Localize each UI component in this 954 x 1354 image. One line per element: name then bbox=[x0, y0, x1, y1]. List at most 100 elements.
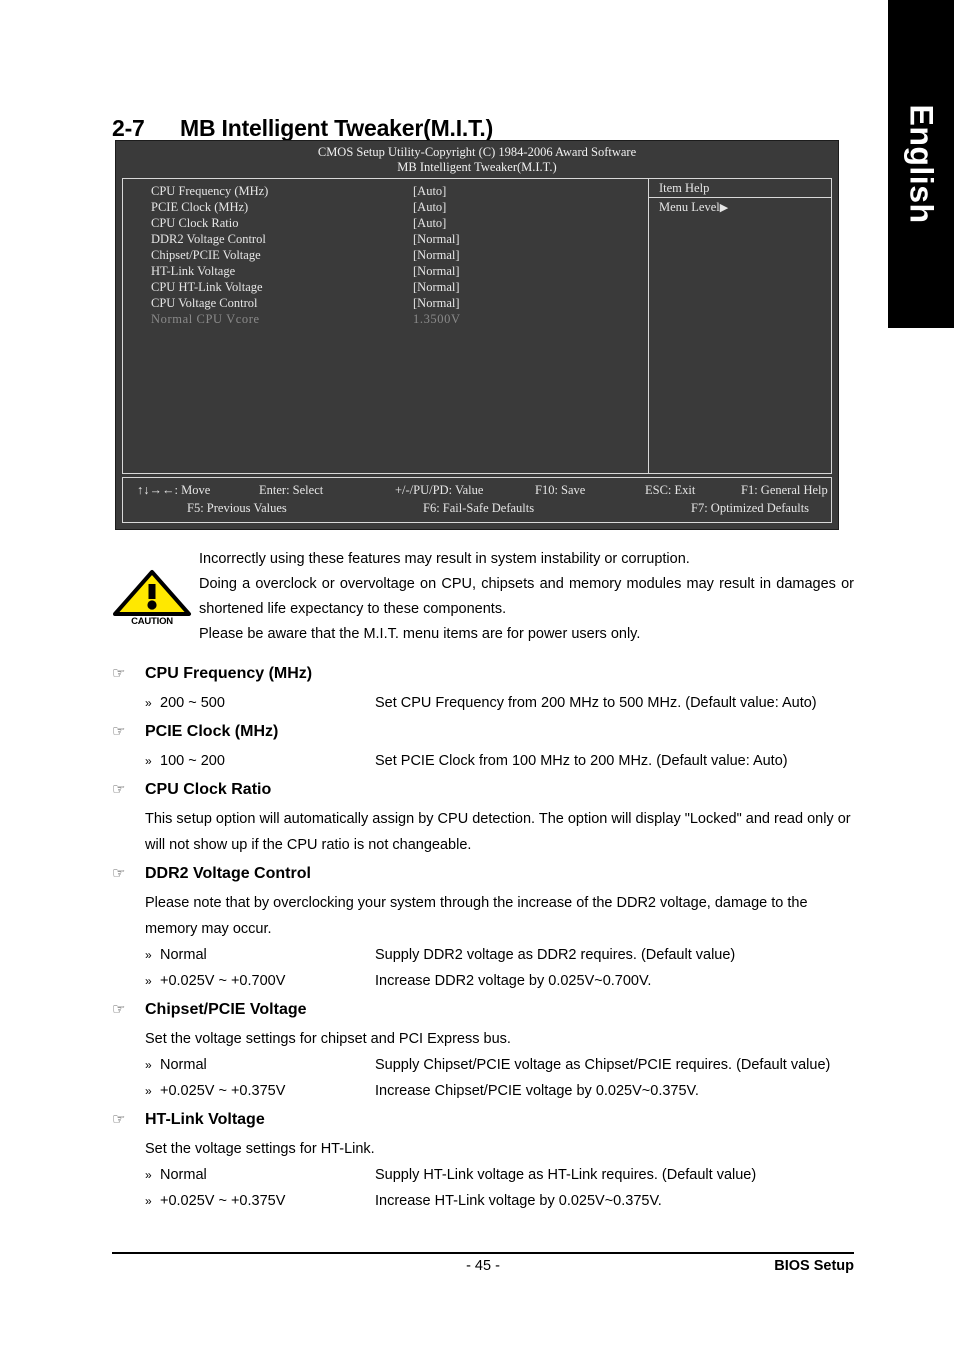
chevron-right-icon: ▶ bbox=[719, 202, 729, 214]
option-paragraph: Set the voltage settings for chipset and… bbox=[145, 1031, 511, 1047]
section-number: 2-7 bbox=[112, 115, 145, 142]
function-keys-row-2: F5: Previous Values F6: Fail-Safe Defaul… bbox=[123, 499, 831, 517]
double-arrow-icon: » bbox=[145, 1168, 152, 1182]
bios-title-line-1: CMOS Setup Utility-Copyright (C) 1984-20… bbox=[317, 145, 637, 159]
bios-item-name: CPU Voltage Control bbox=[151, 296, 258, 310]
option-paragraph: Please note that by overclocking your sy… bbox=[145, 895, 808, 937]
bios-item-value: [Normal] bbox=[413, 232, 460, 246]
bios-item-value: [Normal] bbox=[413, 248, 460, 262]
pointing-hand-icon: ☞ bbox=[112, 1001, 126, 1018]
bios-item-name: Chipset/PCIE Voltage bbox=[151, 248, 261, 262]
key-f6-fail-safe-defaults: F6: Fail-Safe Defaults bbox=[423, 501, 535, 515]
bios-item-row[interactable]: CPU Frequency (MHz) [Auto] bbox=[151, 183, 648, 199]
option-value: 100 ~ 200 bbox=[160, 753, 225, 769]
double-arrow-icon: » bbox=[145, 1084, 152, 1098]
pointing-hand-icon: ☞ bbox=[112, 1111, 126, 1128]
bios-title: CMOS Setup Utility-Copyright (C) 1984-20… bbox=[122, 145, 832, 175]
option-title: Chipset/PCIE Voltage bbox=[145, 1001, 307, 1018]
option-description: Increase HT-Link voltage by 0.025V~0.375… bbox=[375, 1193, 662, 1209]
key-esc-exit: ESC: Exit bbox=[645, 483, 696, 497]
option-description: Supply DDR2 voltage as DDR2 requires. (D… bbox=[375, 947, 736, 963]
bios-function-key-bar: ↑↓→←: Move Enter: Select +/-/PU/PD: Valu… bbox=[122, 477, 832, 523]
option-description: Set CPU Frequency from 200 MHz to 500 MH… bbox=[375, 695, 817, 711]
bios-item-value: [Auto] bbox=[413, 216, 447, 230]
bios-title-line-2: MB Intelligent Tweaker(M.I.T.) bbox=[397, 160, 557, 174]
caution-line-2: Doing a overclock or overvoltage on CPU,… bbox=[199, 576, 854, 617]
key-f7-optimized-defaults: F7: Optimized Defaults bbox=[691, 501, 810, 515]
key-f1-general-help: F1: General Help bbox=[741, 483, 828, 497]
pointing-hand-icon: ☞ bbox=[112, 781, 126, 798]
bios-screenshot: CMOS Setup Utility-Copyright (C) 1984-20… bbox=[115, 140, 839, 530]
option-heading-cpu-clock-ratio: ☞ CPU Clock Ratio bbox=[112, 774, 854, 806]
option-paragraph: Set the voltage settings for HT-Link. bbox=[145, 1141, 375, 1157]
option-body-chipset-pcie-voltage: Set the voltage settings for chipset and… bbox=[112, 1026, 854, 1052]
item-help-title: Item Help bbox=[649, 179, 831, 198]
menu-level-row: Menu Level▶ bbox=[649, 198, 831, 216]
option-paragraph: This setup option will automatically ass… bbox=[145, 811, 851, 853]
bios-item-name: CPU Frequency (MHz) bbox=[151, 184, 269, 198]
option-values-chipset-pcie-voltage: » Normal Supply Chipset/PCIE voltage as … bbox=[112, 1052, 854, 1104]
option-heading-chipset-pcie-voltage: ☞ Chipset/PCIE Voltage bbox=[112, 994, 854, 1026]
option-heading-pcie-clock: ☞ PCIE Clock (MHz) bbox=[112, 716, 854, 748]
option-description: Set PCIE Clock from 100 MHz to 200 MHz. … bbox=[375, 753, 788, 769]
bios-item-row[interactable]: Chipset/PCIE Voltage [Normal] bbox=[151, 247, 648, 263]
bios-item-row[interactable]: CPU HT-Link Voltage [Normal] bbox=[151, 279, 648, 295]
option-values-ddr2-voltage-control: » Normal Supply DDR2 voltage as DDR2 req… bbox=[112, 942, 854, 994]
option-title: DDR2 Voltage Control bbox=[145, 865, 311, 882]
option-sections: ☞ CPU Frequency (MHz) » 200 ~ 500 Set CP… bbox=[112, 658, 854, 1214]
option-values-ht-link-voltage: » Normal Supply HT-Link voltage as HT-Li… bbox=[112, 1162, 854, 1214]
double-arrow-icon: » bbox=[145, 696, 152, 710]
double-arrow-icon: » bbox=[145, 754, 152, 768]
bios-item-value: [Auto] bbox=[413, 200, 447, 214]
double-arrow-icon: » bbox=[145, 974, 152, 988]
bios-item-row[interactable]: CPU Voltage Control [Normal] bbox=[151, 295, 648, 311]
bios-item-name: CPU HT-Link Voltage bbox=[151, 280, 263, 294]
option-value-row: » 100 ~ 200 Set PCIE Clock from 100 MHz … bbox=[145, 748, 854, 774]
key-move: ↑↓→←: Move bbox=[137, 483, 211, 497]
bios-item-help-panel: Item Help Menu Level▶ bbox=[649, 179, 831, 473]
option-values-cpu-frequency: » 200 ~ 500 Set CPU Frequency from 200 M… bbox=[112, 690, 854, 716]
bios-item-value: [Normal] bbox=[413, 264, 460, 278]
option-description: Increase DDR2 voltage by 0.025V~0.700V. bbox=[375, 973, 652, 989]
bios-item-row-disabled: Normal CPU Vcore 1.3500V bbox=[151, 311, 648, 327]
option-value-row: » Normal Supply Chipset/PCIE voltage as … bbox=[145, 1052, 854, 1078]
caution-block: CAUTION Incorrectly using these features… bbox=[112, 547, 854, 647]
double-arrow-icon: » bbox=[145, 1194, 152, 1208]
option-value: Normal bbox=[160, 947, 207, 963]
footer-divider bbox=[112, 1252, 854, 1254]
option-value-row: » Normal Supply DDR2 voltage as DDR2 req… bbox=[145, 942, 854, 968]
option-value: +0.025V ~ +0.375V bbox=[160, 1193, 286, 1209]
bios-item-value: [Auto] bbox=[413, 184, 447, 198]
bios-item-list: CPU Frequency (MHz) [Auto] PCIE Clock (M… bbox=[123, 179, 649, 473]
bios-item-row[interactable]: HT-Link Voltage [Normal] bbox=[151, 263, 648, 279]
option-title: HT-Link Voltage bbox=[145, 1111, 265, 1128]
option-body-ddr2-voltage-control: Please note that by overclocking your sy… bbox=[112, 890, 854, 942]
bios-item-name: HT-Link Voltage bbox=[151, 264, 236, 278]
bios-item-row[interactable]: CPU Clock Ratio [Auto] bbox=[151, 215, 648, 231]
key-value: +/-/PU/PD: Value bbox=[395, 483, 484, 497]
bios-item-name: DDR2 Voltage Control bbox=[151, 232, 266, 246]
option-body-cpu-clock-ratio: This setup option will automatically ass… bbox=[112, 806, 854, 858]
bios-item-row[interactable]: PCIE Clock (MHz) [Auto] bbox=[151, 199, 648, 215]
option-value: +0.025V ~ +0.700V bbox=[160, 973, 286, 989]
option-description: Supply HT-Link voltage as HT-Link requir… bbox=[375, 1167, 757, 1183]
key-f5-previous-values: F5: Previous Values bbox=[187, 501, 287, 515]
caution-line-3: Please be aware that the M.I.T. menu ite… bbox=[199, 626, 641, 642]
bios-item-name: CPU Clock Ratio bbox=[151, 216, 239, 230]
page-title: 2-7 MB Intelligent Tweaker(M.I.T.) bbox=[112, 115, 493, 142]
pointing-hand-icon: ☞ bbox=[112, 865, 126, 882]
footer-doc-name: BIOS Setup bbox=[774, 1258, 854, 1274]
key-enter-select: Enter: Select bbox=[259, 483, 324, 497]
function-keys-row-1: ↑↓→←: Move Enter: Select +/-/PU/PD: Valu… bbox=[123, 481, 831, 499]
double-arrow-icon: » bbox=[145, 948, 152, 962]
bios-item-row[interactable]: DDR2 Voltage Control [Normal] bbox=[151, 231, 648, 247]
caution-icon: CAUTION bbox=[112, 569, 192, 627]
option-value-row: » +0.025V ~ +0.700V Increase DDR2 voltag… bbox=[145, 968, 854, 994]
option-heading-ht-link-voltage: ☞ HT-Link Voltage bbox=[112, 1104, 854, 1136]
bios-item-name: PCIE Clock (MHz) bbox=[151, 200, 249, 214]
warning-triangle-icon bbox=[113, 570, 191, 616]
page-number: - 45 - bbox=[466, 1258, 500, 1274]
option-description: Increase Chipset/PCIE voltage by 0.025V~… bbox=[375, 1083, 699, 1099]
bios-body: CPU Frequency (MHz) [Auto] PCIE Clock (M… bbox=[122, 178, 832, 474]
menu-level-label: Menu Level bbox=[659, 200, 720, 214]
